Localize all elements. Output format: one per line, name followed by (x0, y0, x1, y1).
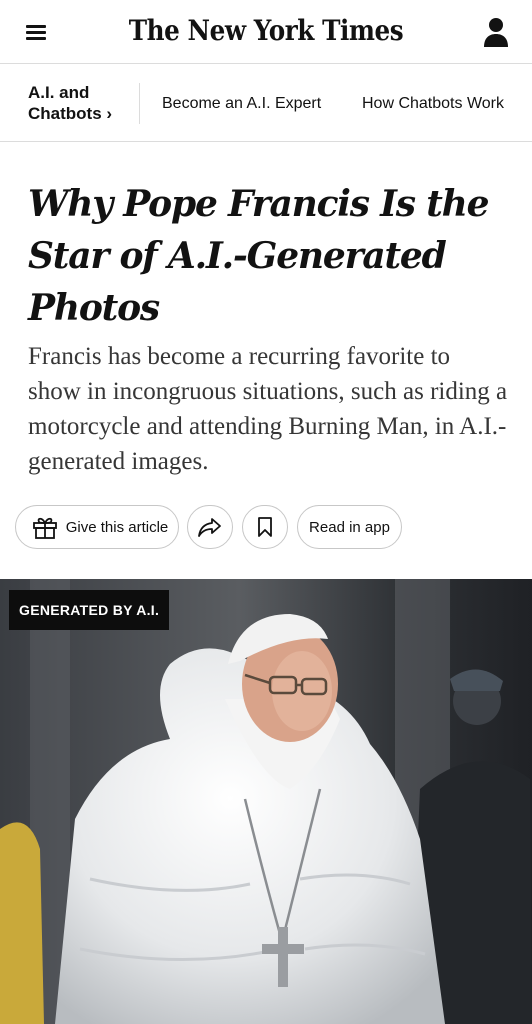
nyt-logo[interactable]: The New York Times (32, 14, 500, 47)
section-nav: A.I. and Chatbots › Become an A.I. Exper… (0, 64, 532, 142)
share-icon (197, 516, 223, 538)
read-in-app-button[interactable]: Read in app (297, 505, 402, 549)
give-article-button[interactable]: Give this article (15, 505, 179, 549)
subnav-link-become-expert[interactable]: Become an A.I. Expert (162, 95, 321, 113)
section-divider (139, 83, 140, 124)
section-title-link[interactable]: A.I. and Chatbots › (28, 82, 138, 124)
masthead: The New York Times (0, 0, 532, 64)
bookmark-icon (256, 516, 274, 538)
hero-illustration (0, 579, 532, 1024)
subnav-link-how-chatbots-work[interactable]: How Chatbots Work (362, 95, 504, 113)
generated-by-ai-badge: GENERATED BY A.I. (9, 590, 170, 630)
article-headline: Why Pope Francis Is the Star of A.I.-Gen… (28, 183, 490, 329)
give-article-label: Give this article (65, 518, 169, 536)
bookmark-button[interactable] (242, 505, 288, 549)
account-icon[interactable] (482, 16, 510, 48)
share-button[interactable] (187, 505, 233, 549)
hero-image: GENERATED BY A.I. (0, 579, 532, 1024)
gift-icon (32, 514, 58, 540)
article-summary: Francis has become a recurring favorite … (28, 343, 508, 475)
